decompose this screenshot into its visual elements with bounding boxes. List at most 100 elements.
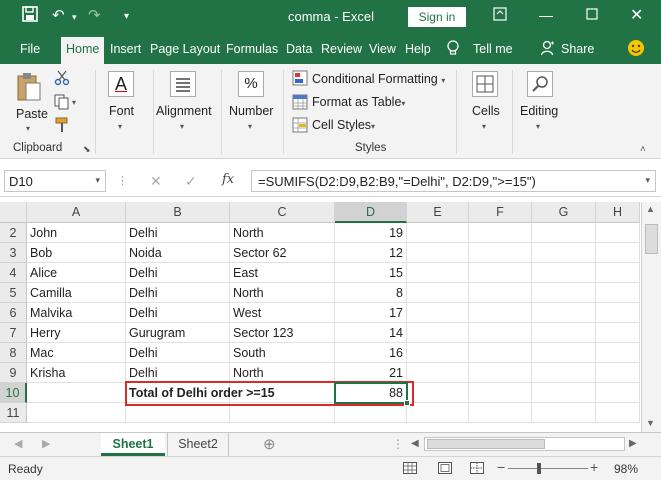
number-dropdown-icon[interactable]: ▾ [248, 122, 252, 131]
font-button[interactable]: Font [109, 104, 134, 118]
vertical-scrollbar-thumb[interactable] [645, 224, 658, 254]
minimize-icon[interactable]: — [539, 7, 553, 23]
row-header[interactable]: 9 [0, 363, 27, 383]
add-sheet-icon[interactable]: ⊕ [263, 435, 276, 453]
column-header-d[interactable]: D [335, 202, 407, 223]
cell-g2[interactable] [532, 223, 596, 243]
cell-e8[interactable] [407, 343, 469, 363]
alignment-icon[interactable] [170, 71, 196, 97]
scroll-left-icon[interactable]: ◀ [411, 438, 419, 449]
row-header[interactable]: 10 [0, 383, 27, 403]
column-header-b[interactable]: B [126, 202, 230, 223]
cell-e4[interactable] [407, 263, 469, 283]
cut-icon[interactable] [54, 70, 70, 89]
scroll-sheets-left-icon[interactable]: ◀ [14, 437, 22, 450]
horizontal-scrollbar-thumb[interactable] [427, 439, 545, 449]
copy-icon[interactable] [54, 94, 70, 113]
tab-file[interactable]: File [20, 42, 40, 56]
cell-g5[interactable] [532, 283, 596, 303]
cell-c2[interactable]: North [230, 223, 335, 243]
cell-g9[interactable] [532, 363, 596, 383]
cell-c4[interactable]: East [230, 263, 335, 283]
sign-in-button[interactable]: Sign in [408, 7, 466, 27]
close-icon[interactable]: ✕ [630, 5, 643, 25]
zoom-slider-thumb[interactable] [537, 463, 541, 474]
cell-c7[interactable]: Sector 123 [230, 323, 335, 343]
cell-c11[interactable] [230, 403, 335, 423]
vertical-scrollbar[interactable]: ▲ ▼ [641, 202, 661, 432]
alignment-button[interactable]: Alignment [156, 104, 212, 118]
cell-d3[interactable]: 12 [335, 243, 407, 263]
cell-f8[interactable] [469, 343, 532, 363]
cell-a11[interactable] [27, 403, 126, 423]
cell-h10[interactable] [596, 383, 640, 403]
row-header[interactable]: 4 [0, 263, 27, 283]
zoom-slider[interactable] [508, 468, 588, 469]
row-header[interactable]: 2 [0, 223, 27, 243]
cell-a7[interactable]: Herry [27, 323, 126, 343]
cell-b7[interactable]: Gurugram [126, 323, 230, 343]
cell-f10[interactable] [469, 383, 532, 403]
cell-h4[interactable] [596, 263, 640, 283]
cell-styles-button[interactable]: Cell Styles▾ [312, 118, 375, 132]
cell-d2[interactable]: 19 [335, 223, 407, 243]
cell-a9[interactable]: Krisha [27, 363, 126, 383]
cell-h11[interactable] [596, 403, 640, 423]
scroll-right-icon[interactable]: ▶ [629, 438, 637, 449]
cell-g11[interactable] [532, 403, 596, 423]
cell-c5[interactable]: North [230, 283, 335, 303]
enter-icon[interactable]: ✓ [185, 173, 197, 190]
cell-g3[interactable] [532, 243, 596, 263]
insert-function-icon[interactable]: fx [222, 172, 234, 187]
cells-dropdown-icon[interactable]: ▾ [482, 122, 486, 131]
cell-f7[interactable] [469, 323, 532, 343]
alignment-dropdown-icon[interactable]: ▾ [180, 122, 184, 131]
name-box[interactable]: D10 ▾ [4, 170, 106, 192]
cell-b4[interactable]: Delhi [126, 263, 230, 283]
cell-f4[interactable] [469, 263, 532, 283]
normal-view-icon[interactable] [403, 462, 417, 477]
tab-review[interactable]: Review [321, 42, 362, 56]
redo-icon[interactable]: ↷ [88, 6, 101, 24]
font-icon[interactable]: A [108, 71, 134, 97]
ribbon-display-icon[interactable] [493, 7, 507, 24]
font-dropdown-icon[interactable]: ▾ [118, 122, 122, 131]
cell-h3[interactable] [596, 243, 640, 263]
scroll-up-icon[interactable]: ▲ [646, 204, 655, 214]
cell-g6[interactable] [532, 303, 596, 323]
fill-handle[interactable] [404, 400, 410, 406]
clipboard-launcher-icon[interactable]: ⬊ [83, 144, 91, 155]
sheet-tab-sheet2[interactable]: Sheet2 [167, 433, 229, 456]
cell-f9[interactable] [469, 363, 532, 383]
cell-a8[interactable]: Mac [27, 343, 126, 363]
cell-e3[interactable] [407, 243, 469, 263]
formula-input[interactable]: =SUMIFS(D2:D9,B2:B9,"=Delhi", D2:D9,">=1… [251, 170, 656, 192]
format-painter-icon[interactable] [54, 117, 70, 136]
cell-b6[interactable]: Delhi [126, 303, 230, 323]
editing-dropdown-icon[interactable]: ▾ [536, 122, 540, 131]
cell-b11[interactable] [126, 403, 230, 423]
paste-dropdown-icon[interactable]: ▾ [26, 124, 30, 133]
row-header[interactable]: 7 [0, 323, 27, 343]
column-header-g[interactable]: G [532, 202, 596, 223]
column-header-c[interactable]: C [230, 202, 335, 223]
cell-g7[interactable] [532, 323, 596, 343]
copy-dropdown-icon[interactable]: ▾ [72, 98, 76, 107]
cell-d4[interactable]: 15 [335, 263, 407, 283]
cancel-icon[interactable]: ✕ [150, 173, 162, 190]
zoom-level[interactable]: 98% [614, 462, 638, 476]
column-header-h[interactable]: H [596, 202, 640, 223]
cell-e11[interactable] [407, 403, 469, 423]
undo-icon[interactable]: ↶ [52, 6, 65, 24]
tab-help[interactable]: Help [405, 42, 431, 56]
customize-toolbar-icon[interactable]: ▾ [124, 11, 129, 22]
page-break-view-icon[interactable] [470, 462, 484, 477]
cell-d8[interactable]: 16 [335, 343, 407, 363]
row-header[interactable]: 6 [0, 303, 27, 323]
cells-icon[interactable] [472, 71, 498, 97]
share-button[interactable]: Share [561, 42, 594, 56]
row-header[interactable]: 5 [0, 283, 27, 303]
cell-d7[interactable]: 14 [335, 323, 407, 343]
scroll-sheets-right-icon[interactable]: ▶ [42, 437, 50, 450]
horizontal-scrollbar-track[interactable] [424, 437, 625, 451]
